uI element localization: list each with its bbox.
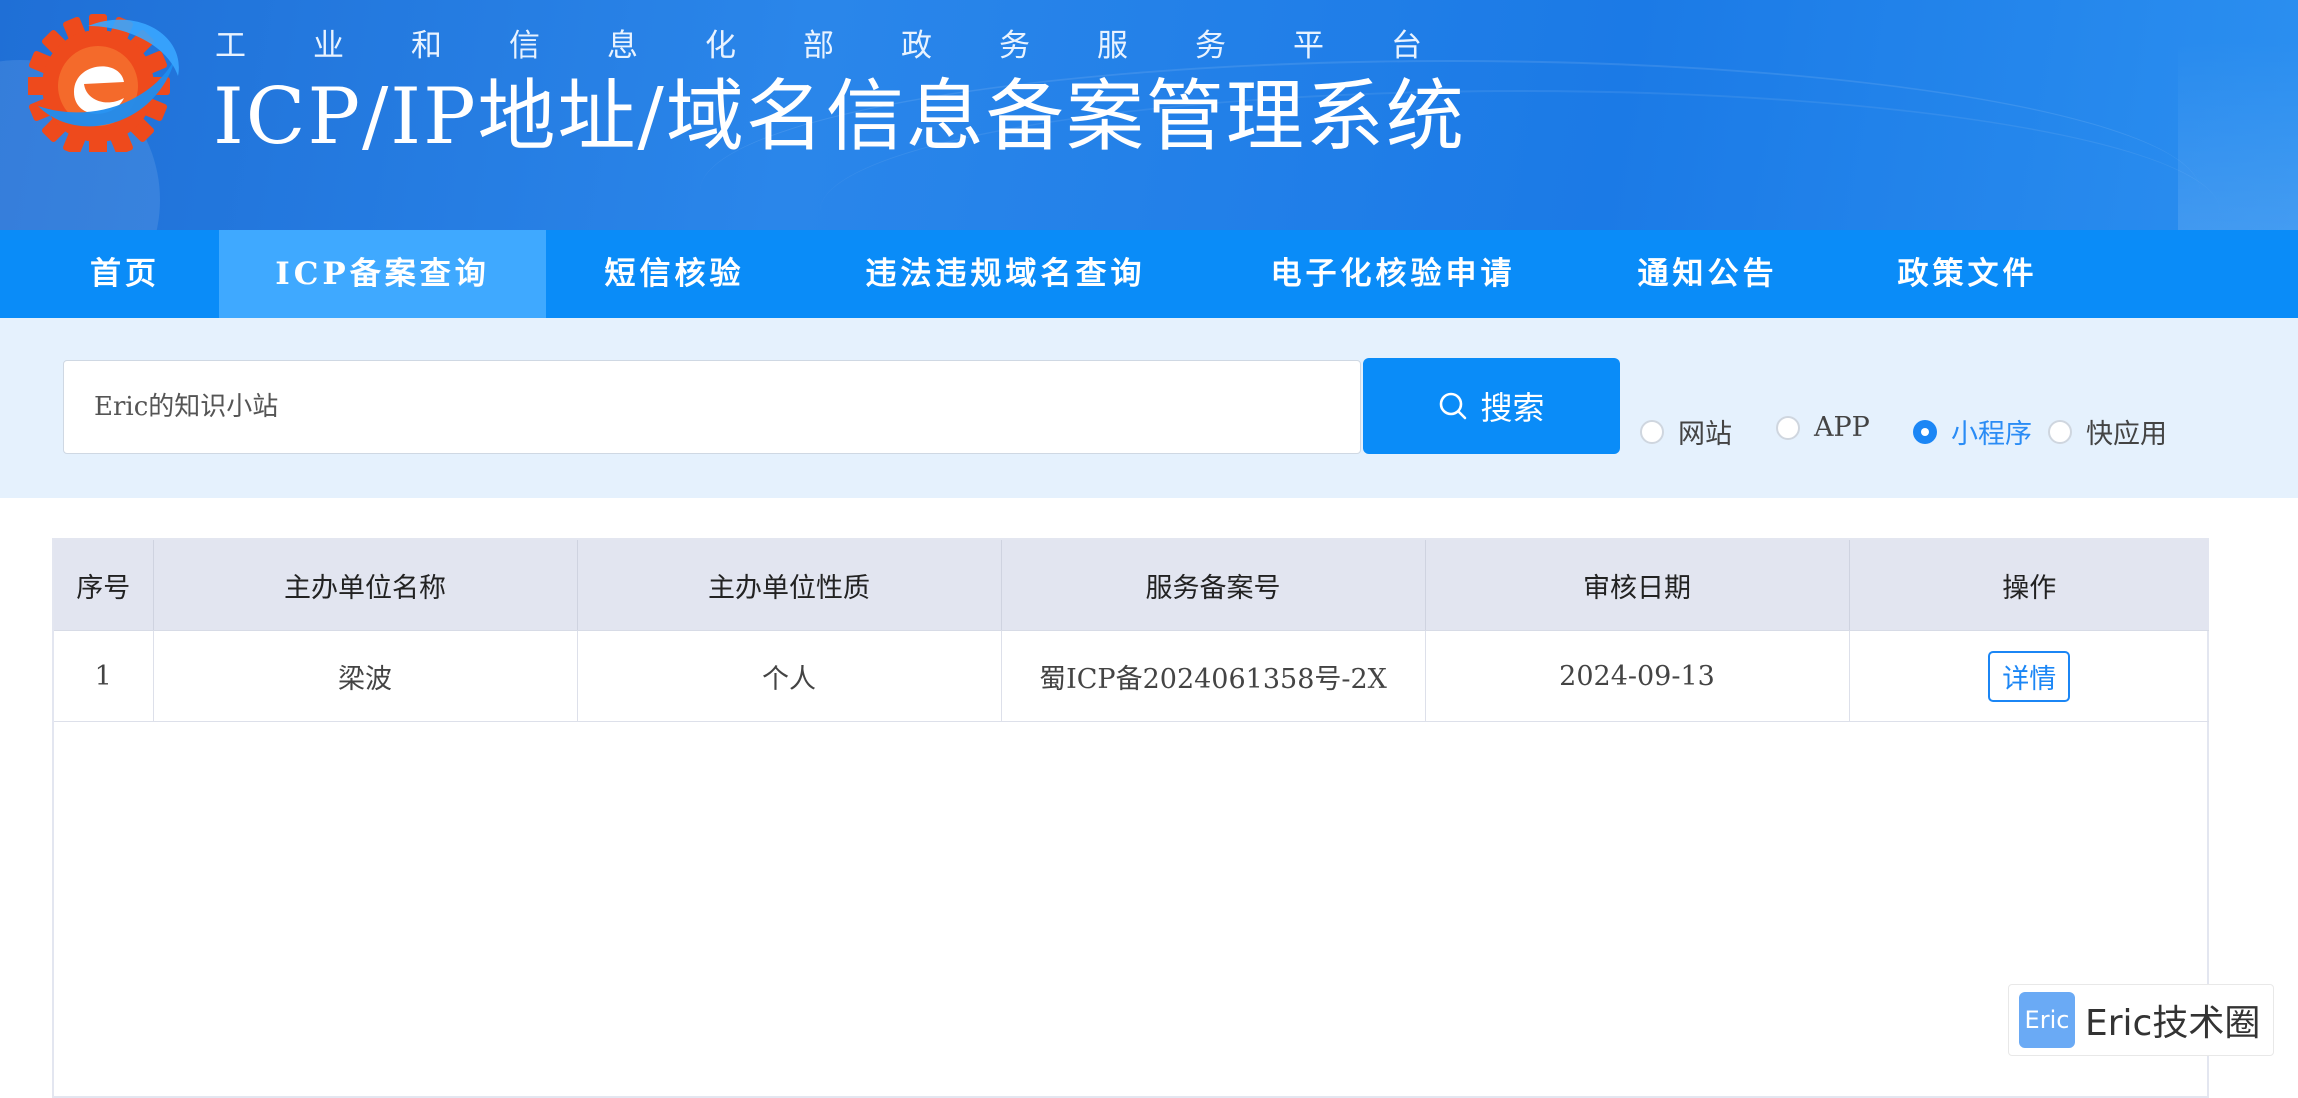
nav-item-illegal-domain[interactable]: 违法违规域名查询 [838, 230, 1173, 318]
table-row: 1 梁波 个人 蜀ICP备2024061358号-2X 2024-09-13 详… [54, 630, 2209, 722]
cell-index: 1 [54, 630, 154, 722]
column-header-record-no: 服务备案号 [1001, 540, 1426, 631]
detail-button[interactable]: 详情 [1988, 650, 2071, 702]
radio-website[interactable]: 网站 [1640, 412, 1732, 451]
watermark-text: Eric技术圈 [2085, 1003, 2261, 1044]
radio-checked-icon [1913, 419, 1937, 444]
radio-circle-icon [1640, 419, 1664, 444]
search-button-label: 搜索 [1480, 389, 1545, 427]
nav-item-icp-query[interactable]: ICP备案查询 [219, 230, 546, 318]
search-button[interactable]: 搜索 [1363, 358, 1620, 454]
column-header-date: 审核日期 [1425, 540, 1850, 631]
watermark-badge: Eric [2019, 992, 2075, 1048]
nav-item-e-verify[interactable]: 电子化核验申请 [1248, 230, 1538, 318]
results-table: 序号 主办单位名称 主办单位性质 服务备案号 审核日期 操作 1 梁波 个人 蜀… [52, 538, 2209, 1098]
column-header-nature: 主办单位性质 [577, 540, 1002, 631]
watermark: Eric Eric技术圈 [2008, 984, 2274, 1056]
header-banner: 工业和信息化部政务服务平台 ICP/IP地址/域名信息备案管理系统 [0, 0, 2298, 230]
banner-decoration [2178, 40, 2298, 230]
gov-gear-logo-icon [28, 14, 179, 152]
cell-record-no: 蜀ICP备2024061358号-2X [1001, 630, 1426, 722]
radio-app[interactable]: APP [1776, 412, 1870, 443]
cell-name: 梁波 [153, 630, 578, 722]
nav-item-policy[interactable]: 政策文件 [1870, 230, 2065, 318]
cell-action: 详情 [1849, 630, 2209, 722]
table-header-row: 序号 主办单位名称 主办单位性质 服务备案号 审核日期 操作 [54, 540, 2209, 631]
radio-label: APP [1814, 412, 1870, 443]
radio-circle-icon [2048, 419, 2072, 444]
platform-subtitle: 工业和信息化部政务服务平台 [215, 28, 1489, 64]
radio-quick-app[interactable]: 快应用 [2048, 412, 2167, 451]
cell-date: 2024-09-13 [1425, 630, 1850, 722]
search-icon [1440, 392, 1467, 420]
search-input[interactable]: Eric的知识小站 [63, 360, 1361, 454]
nav-item-home[interactable]: 首页 [60, 230, 190, 318]
nav-item-notice[interactable]: 通知公告 [1610, 230, 1805, 318]
cell-nature: 个人 [577, 630, 1002, 722]
column-header-index: 序号 [54, 540, 154, 631]
radio-label: 小程序 [1951, 419, 2032, 450]
page-title: ICP/IP地址/域名信息备案管理系统 [213, 72, 1466, 162]
main-nav: 首页 ICP备案查询 短信核验 违法违规域名查询 电子化核验申请 通知公告 政策… [0, 230, 2298, 318]
radio-mini-program[interactable]: 小程序 [1913, 412, 2032, 451]
column-header-action: 操作 [1849, 540, 2209, 631]
column-header-name: 主办单位名称 [153, 540, 578, 631]
radio-circle-icon [1776, 415, 1800, 440]
radio-label: 快应用 [2086, 419, 2167, 450]
radio-label: 网站 [1678, 419, 1732, 450]
nav-item-sms-verify[interactable]: 短信核验 [582, 230, 767, 318]
